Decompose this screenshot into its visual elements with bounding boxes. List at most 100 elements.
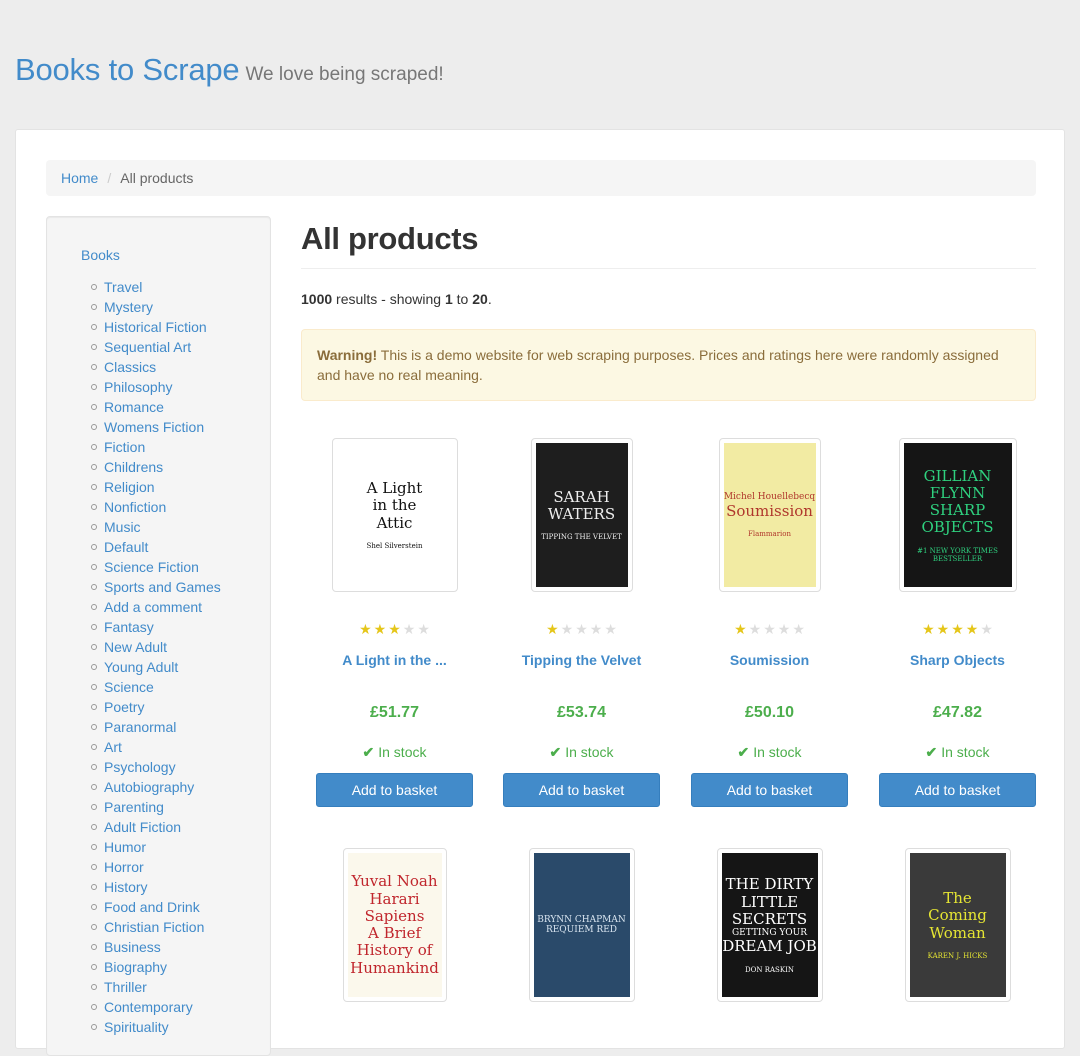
cover-text: A Light: [366, 479, 423, 498]
bullet-icon: [91, 404, 97, 410]
sidebar-category-link[interactable]: Humor: [104, 837, 146, 857]
bullet-icon: [91, 344, 97, 350]
bullet-icon: [91, 724, 97, 730]
cover-footer-text: Flammarion: [747, 529, 792, 538]
star-icon: ★: [792, 621, 805, 637]
cover-text: GILLIAN: [923, 466, 992, 485]
sidebar-category-item: Contemporary: [91, 997, 221, 1017]
product-thumbnail[interactable]: Michel Houellebecq Soumission Flammarion: [718, 438, 821, 592]
product-title-link[interactable]: A Light in the ...: [316, 652, 473, 672]
sidebar-category-link[interactable]: Fiction: [104, 437, 145, 457]
sidebar-category-link[interactable]: Fantasy: [104, 617, 154, 637]
sidebar-category-link[interactable]: Historical Fiction: [104, 317, 207, 337]
sidebar-books-link[interactable]: Books: [81, 247, 120, 263]
product-title-link[interactable]: Soumission: [691, 652, 848, 672]
results-from: 1: [444, 291, 453, 307]
star-icon: ★: [980, 621, 993, 637]
bullet-icon: [91, 784, 97, 790]
check-icon: ✔: [549, 743, 562, 760]
sidebar-category-link[interactable]: Biography: [104, 957, 167, 977]
sidebar-category-link[interactable]: New Adult: [104, 637, 167, 657]
cover-text: LITTLE: [740, 892, 799, 911]
sidebar-category-link[interactable]: Food and Drink: [104, 897, 200, 917]
category-sidebar: Books Travel Mystery Historical Fiction Seq…: [46, 216, 271, 1056]
sidebar-category-link[interactable]: Default: [104, 537, 148, 557]
sidebar-category-link[interactable]: Spirituality: [104, 1017, 169, 1037]
sidebar-category-link[interactable]: Psychology: [104, 757, 176, 777]
bullet-icon: [91, 364, 97, 370]
sidebar-category-item: Fantasy: [91, 617, 221, 637]
sidebar-category-link[interactable]: Paranormal: [104, 717, 176, 737]
sidebar-category-link[interactable]: Thriller: [104, 977, 147, 997]
product-title-link[interactable]: Sharp Objects: [879, 652, 1036, 672]
bullet-icon: [91, 444, 97, 450]
sidebar-category-link[interactable]: Romance: [104, 397, 164, 417]
add-to-basket-button[interactable]: Add to basket: [503, 773, 660, 807]
bullet-icon: [91, 504, 97, 510]
sidebar-category-link[interactable]: Science: [104, 677, 154, 697]
book-cover-image: Yuval Noah Harari Sapiens A Brief History of…: [347, 853, 442, 997]
cover-text: History of: [356, 941, 433, 960]
breadcrumb: Home / All products: [46, 160, 1036, 196]
breadcrumb-home-link[interactable]: Home: [61, 170, 98, 186]
sidebar-category-item: Nonfiction: [91, 497, 221, 517]
cover-footer-text: DON RASKIN: [745, 965, 794, 974]
product-thumbnail[interactable]: Yuval Noah Harari Sapiens A Brief History of…: [342, 848, 447, 1002]
cover-text: Woman: [929, 923, 986, 942]
sidebar-category-link[interactable]: History: [104, 877, 148, 897]
sidebar-category-link[interactable]: Young Adult: [104, 657, 178, 677]
sidebar-category-link[interactable]: Poetry: [104, 697, 144, 717]
sidebar-category-link[interactable]: Philosophy: [104, 377, 173, 397]
sidebar-category-link[interactable]: Sequential Art: [104, 337, 191, 357]
sidebar-category-link[interactable]: Science Fiction: [104, 557, 199, 577]
star-icon: ★: [936, 621, 950, 637]
product-thumbnail[interactable]: BRYNN CHAPMAN REQUIEM RED: [528, 848, 635, 1002]
bullet-icon: [91, 824, 97, 830]
sidebar-category-link[interactable]: Travel: [104, 277, 142, 297]
sidebar-category-link[interactable]: Mystery: [104, 297, 153, 317]
sidebar-category-item: Paranormal: [91, 717, 221, 737]
sidebar-category-link[interactable]: Music: [104, 517, 141, 537]
sidebar-category-link[interactable]: Horror: [104, 857, 144, 877]
sidebar-category-link[interactable]: Business: [104, 937, 161, 957]
product-title-link[interactable]: Tipping the Velvet: [503, 652, 660, 672]
star-icon: ★: [388, 621, 401, 637]
sidebar-category-link[interactable]: Religion: [104, 477, 155, 497]
cover-text: Attic: [376, 513, 413, 532]
sidebar-category-link[interactable]: Contemporary: [104, 997, 193, 1017]
add-to-basket-button[interactable]: Add to basket: [691, 773, 848, 807]
sidebar-category-link[interactable]: Childrens: [104, 457, 163, 477]
product-thumbnail[interactable]: A Light in the Attic Shel Silverstein: [331, 438, 458, 592]
product-thumbnail[interactable]: The Coming Woman KAREN J. HICKS: [904, 848, 1011, 1002]
sidebar-category-link[interactable]: Womens Fiction: [104, 417, 204, 437]
sidebar-category-link[interactable]: Add a comment: [104, 597, 202, 617]
cover-text: OBJECTS: [921, 518, 994, 537]
sidebar-category-item: Adult Fiction: [91, 817, 221, 837]
bullet-icon: [91, 384, 97, 390]
product-thumbnail[interactable]: GILLIAN FLYNN SHARP OBJECTS #1 NEW YORK TIME…: [898, 438, 1017, 592]
star-rating: ★ ★ ★ ★ ★: [503, 622, 660, 636]
book-cover-image: THE DIRTY LITTLE SECRETS GETTING YOUR DREAM …: [721, 853, 818, 997]
cover-text: The: [943, 889, 972, 908]
add-to-basket-button[interactable]: Add to basket: [316, 773, 473, 807]
sidebar-category-link[interactable]: Autobiography: [104, 777, 194, 797]
sidebar-category-link[interactable]: Nonfiction: [104, 497, 166, 517]
cover-text: Humankind: [350, 958, 439, 977]
sidebar-category-item: Poetry: [91, 697, 221, 717]
alert-text: This is a demo website for web scraping …: [317, 347, 999, 383]
sidebar-category-link[interactable]: Art: [104, 737, 122, 757]
sidebar-category-link[interactable]: Classics: [104, 357, 156, 377]
book-cover-image: BRYNN CHAPMAN REQUIEM RED: [533, 853, 630, 997]
product-thumbnail[interactable]: THE DIRTY LITTLE SECRETS GETTING YOUR DREAM …: [716, 848, 823, 1002]
sidebar-category-link[interactable]: Christian Fiction: [104, 917, 204, 937]
sidebar-category-link[interactable]: Sports and Games: [104, 577, 221, 597]
brand-link[interactable]: Books to Scrape: [15, 52, 240, 88]
sidebar-category-link[interactable]: Adult Fiction: [104, 817, 181, 837]
sidebar-category-item: Religion: [91, 477, 221, 497]
product-thumbnail[interactable]: SARAH WATERS TIPPING THE VELVET: [530, 438, 633, 592]
page-container: Home / All products Books Travel Mystery H…: [15, 129, 1065, 1056]
star-icon: ★: [951, 621, 964, 637]
add-to-basket-button[interactable]: Add to basket: [879, 773, 1036, 807]
sidebar-category-item: Womens Fiction: [91, 417, 221, 437]
sidebar-category-link[interactable]: Parenting: [104, 797, 164, 817]
